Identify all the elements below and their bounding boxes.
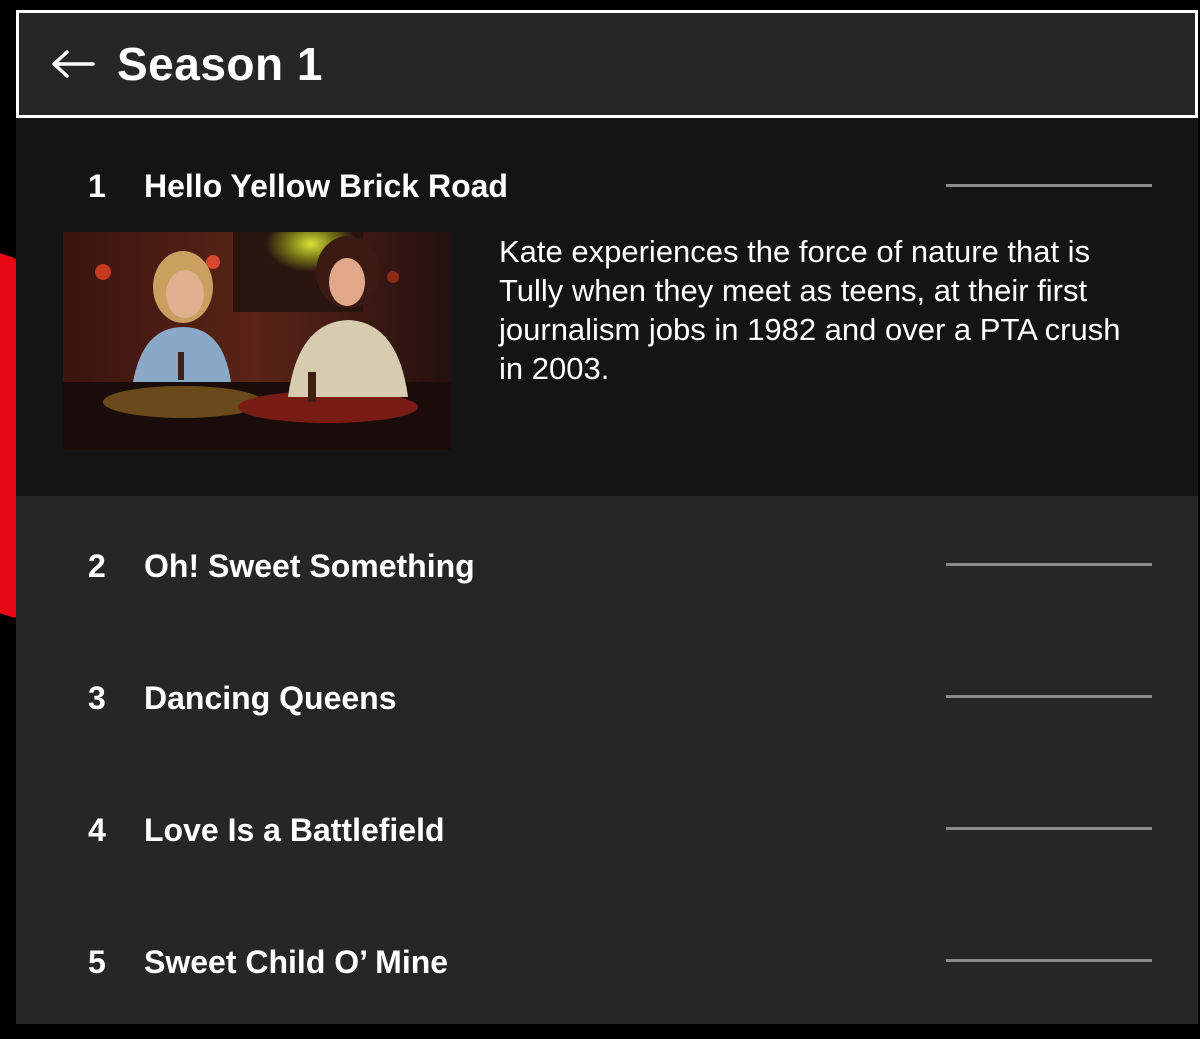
season-title: Season 1 bbox=[117, 38, 323, 90]
episode-row-5[interactable]: 5 Sweet Child O’ Mine bbox=[16, 892, 1198, 1024]
episode-row-1[interactable]: 1 Hello Yellow Brick Road Kate experienc… bbox=[16, 118, 1198, 496]
episode-number: 1 bbox=[88, 168, 106, 204]
episode-number: 2 bbox=[88, 548, 106, 584]
episode-progress-bar bbox=[946, 959, 1152, 962]
episode-number: 3 bbox=[88, 680, 106, 716]
back-button[interactable] bbox=[41, 32, 105, 96]
episodes-panel: Season 1 1 Hello Yellow Brick Road Kate … bbox=[16, 10, 1198, 1024]
episode-title: Dancing Queens bbox=[144, 680, 397, 716]
episode-progress-bar bbox=[946, 827, 1152, 830]
episode-number: 5 bbox=[88, 944, 106, 980]
episode-number: 4 bbox=[88, 812, 106, 848]
episode-row-4[interactable]: 4 Love Is a Battlefield bbox=[16, 760, 1198, 892]
episode-thumbnail-image bbox=[63, 232, 451, 450]
backdrop: Season 1 1 Hello Yellow Brick Road Kate … bbox=[0, 0, 1200, 1039]
episode-title: Oh! Sweet Something bbox=[144, 548, 475, 584]
episode-list: 1 Hello Yellow Brick Road Kate experienc… bbox=[16, 118, 1198, 1024]
episode-title: Hello Yellow Brick Road bbox=[144, 168, 508, 204]
episode-progress-bar bbox=[946, 695, 1152, 698]
episode-row-2[interactable]: 2 Oh! Sweet Something bbox=[16, 496, 1198, 628]
episode-title: Love Is a Battlefield bbox=[144, 812, 445, 848]
episode-progress-bar bbox=[946, 184, 1152, 187]
episode-row-3[interactable]: 3 Dancing Queens bbox=[16, 628, 1198, 760]
episode-thumbnail[interactable] bbox=[63, 232, 451, 450]
episode-progress-bar bbox=[946, 563, 1152, 566]
episode-description: Kate experiences the force of nature tha… bbox=[499, 234, 1121, 386]
season-header: Season 1 bbox=[16, 10, 1198, 118]
episode-title: Sweet Child O’ Mine bbox=[144, 944, 449, 980]
arrow-left-icon bbox=[52, 50, 95, 78]
